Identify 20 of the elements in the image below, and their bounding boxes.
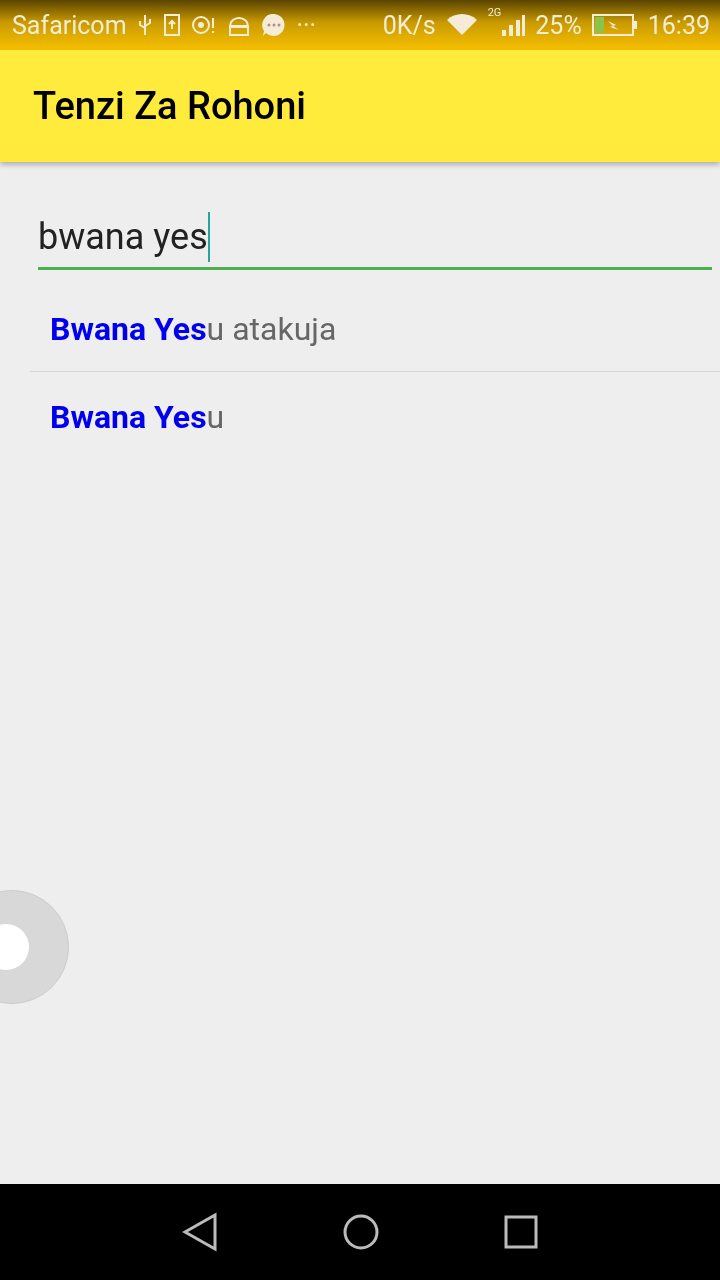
- network-type: 2G: [487, 6, 502, 19]
- chat-icon: [260, 12, 287, 38]
- clock-time: 16:39: [647, 10, 710, 40]
- search-field[interactable]: bwana yes: [38, 212, 712, 270]
- carrier-name: Safaricom: [12, 10, 127, 40]
- suggestion-item[interactable]: Bwana Yesu atakuja: [30, 270, 720, 371]
- home-button[interactable]: [342, 1213, 380, 1251]
- battery-percent: 25%: [535, 10, 582, 40]
- network-speed: 0K/s: [382, 10, 436, 40]
- upload-icon: [162, 13, 181, 37]
- battery-icon: [591, 13, 638, 37]
- app-title: Tenzi Za Rohoni: [33, 84, 306, 128]
- recents-button[interactable]: [504, 1215, 538, 1249]
- signal-icon: [501, 13, 526, 37]
- camera-alert-icon: [190, 13, 217, 37]
- suggestion-item[interactable]: Bwana Yesu: [30, 371, 720, 459]
- wifi-icon: [445, 13, 478, 37]
- more-notifications: ···: [296, 10, 317, 40]
- usb-icon: [136, 13, 153, 37]
- back-button[interactable]: [182, 1212, 218, 1252]
